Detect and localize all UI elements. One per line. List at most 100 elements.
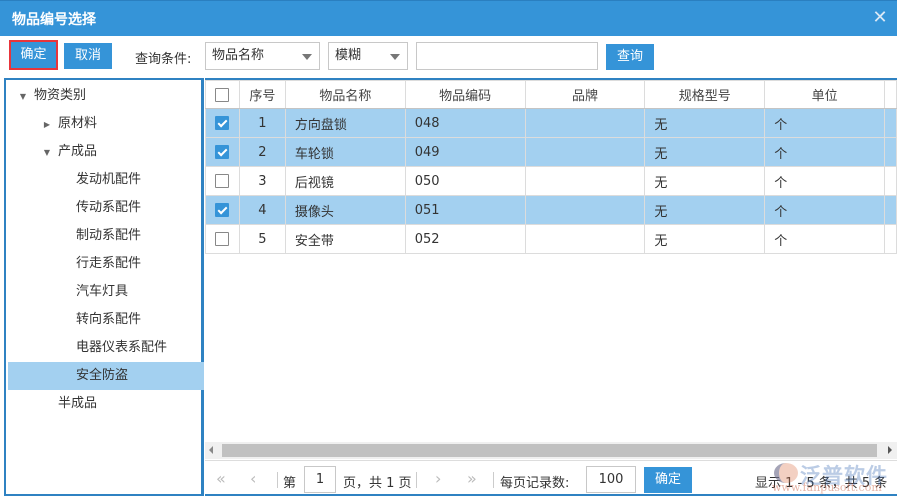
item-table: 序号 物品名称 物品编码 品牌 规格型号 单位 1 方向盘锁 048 无个 2 车轮锁 04… <box>205 80 897 254</box>
cell-spec: 无 <box>644 137 766 167</box>
column-header-extra <box>883 80 897 109</box>
category-tree: ▼ 物资类别 ▶ 原材料 ▼ 产成品发动机配件传动系配件制动系配件行走系配件汽车灯具转向系… <box>4 78 204 496</box>
tree-item[interactable]: 发动机配件 <box>8 166 204 194</box>
cell-unit: 个 <box>764 166 885 196</box>
cell-checkbox[interactable] <box>205 224 240 254</box>
divider <box>277 472 278 488</box>
tree-item[interactable]: 行走系配件 <box>8 250 204 278</box>
page-total-label: 页，共 1 页 <box>343 476 412 491</box>
divider <box>493 472 494 488</box>
table-header-row: 序号 物品名称 物品编码 品牌 规格型号 单位 <box>205 80 897 109</box>
tree-item-label: 制动系配件 <box>76 228 142 243</box>
prev-page-icon[interactable]: ‹ <box>250 469 256 488</box>
match-mode-value: 模糊 <box>335 48 362 63</box>
last-page-icon[interactable]: » <box>467 469 477 488</box>
tree-item-label: 原材料 <box>58 116 98 131</box>
tree-item[interactable]: 转向系配件 <box>8 306 204 334</box>
next-page-icon[interactable]: › <box>435 469 441 488</box>
cell-code: 049 <box>404 137 526 167</box>
caret-down-icon[interactable]: ▼ <box>42 139 52 167</box>
cell-name: 方向盘锁 <box>284 108 406 138</box>
cell-unit: 个 <box>764 137 885 167</box>
scroll-left-icon[interactable] <box>209 446 213 454</box>
cell-extra <box>883 166 897 196</box>
cell-checkbox[interactable] <box>205 108 240 138</box>
tree-item[interactable]: 安全防盗 <box>8 362 204 390</box>
column-header-unit[interactable]: 单位 <box>764 80 885 109</box>
caret-right-icon[interactable]: ▶ <box>42 111 52 139</box>
tree-item[interactable]: 汽车灯具 <box>8 278 204 306</box>
cell-extra <box>883 224 897 254</box>
search-input[interactable] <box>416 42 598 70</box>
scroll-right-icon[interactable] <box>888 446 892 454</box>
tree-item-label: 行走系配件 <box>76 256 142 271</box>
cell-code: 051 <box>404 195 526 225</box>
cell-index: 2 <box>238 137 286 167</box>
field-select-value: 物品名称 <box>212 48 265 63</box>
tree-item-label: 物资类别 <box>34 88 87 103</box>
select-all-header[interactable] <box>205 80 240 109</box>
caret-down-icon[interactable]: ▼ <box>18 83 28 111</box>
cell-brand <box>524 224 646 254</box>
table-row[interactable]: 1 方向盘锁 048 无个 <box>205 108 897 138</box>
toolbar: 确定 取消 查询条件: 物品名称 模糊 查询 <box>0 37 897 77</box>
cell-name: 车轮锁 <box>284 137 406 167</box>
cell-checkbox[interactable] <box>205 195 240 225</box>
record-summary: 显示 1 - 5 条，共 5 条 <box>755 476 888 491</box>
row-checkbox[interactable] <box>215 203 230 217</box>
cell-index: 1 <box>238 108 286 138</box>
tree-item[interactable]: ▼ 物资类别 <box>8 82 204 110</box>
chevron-down-icon <box>390 54 400 60</box>
cell-index: 4 <box>238 195 286 225</box>
tree-item-label: 发动机配件 <box>76 172 142 187</box>
tree-item[interactable]: ▼ 产成品 <box>8 138 204 166</box>
column-header-code[interactable]: 物品编码 <box>404 80 526 109</box>
scrollbar-thumb[interactable] <box>222 444 877 457</box>
match-mode-select[interactable]: 模糊 <box>328 42 408 70</box>
field-select[interactable]: 物品名称 <box>205 42 320 70</box>
table-row[interactable]: 4 摄像头 051 无个 <box>205 195 897 225</box>
row-checkbox[interactable] <box>215 145 230 159</box>
column-header-spec[interactable]: 规格型号 <box>644 80 766 109</box>
query-button[interactable]: 查询 <box>606 44 654 70</box>
tree-item[interactable]: ▶ 原材料 <box>8 110 204 138</box>
cell-extra <box>883 108 897 138</box>
tree-item-label: 传动系配件 <box>76 200 142 215</box>
cell-brand <box>524 137 646 167</box>
select-all-checkbox[interactable] <box>215 87 230 102</box>
horizontal-scrollbar[interactable] <box>205 442 897 459</box>
tree-item[interactable]: 制动系配件 <box>8 222 204 250</box>
cell-checkbox[interactable] <box>205 137 240 167</box>
tree-item[interactable]: 电器仪表系配件 <box>8 334 204 362</box>
tree-item-label: 安全防盗 <box>76 368 129 383</box>
divider <box>416 472 417 488</box>
cell-spec: 无 <box>644 166 766 196</box>
page-number-input[interactable]: 1 <box>304 466 336 493</box>
first-page-icon[interactable]: « <box>216 469 226 488</box>
row-checkbox[interactable] <box>215 174 230 188</box>
cell-unit: 个 <box>764 224 885 254</box>
tree-item[interactable]: 传动系配件 <box>8 194 204 222</box>
table-row[interactable]: 2 车轮锁 049 无个 <box>205 137 897 167</box>
close-icon[interactable]: ✕ <box>871 9 889 27</box>
page-size-input[interactable]: 100 <box>586 466 636 493</box>
tree-item[interactable]: 半成品 <box>8 390 204 418</box>
cell-name: 摄像头 <box>284 195 406 225</box>
table-row[interactable]: 3 后视镜 050 无个 <box>205 166 897 196</box>
row-checkbox[interactable] <box>215 116 230 130</box>
table-row[interactable]: 5 安全带 052 无个 <box>205 224 897 254</box>
confirm-button[interactable]: 确定 <box>9 40 58 70</box>
cell-unit: 个 <box>764 195 885 225</box>
dialog-titlebar: 物品编号选择 ✕ <box>0 0 897 36</box>
page-size-label: 每页记录数: <box>500 476 570 491</box>
tree-item-label: 转向系配件 <box>76 312 142 327</box>
page-size-confirm-button[interactable]: 确定 <box>644 467 692 493</box>
column-header-name[interactable]: 物品名称 <box>284 80 406 109</box>
cell-spec: 无 <box>644 195 766 225</box>
tree-item-label: 汽车灯具 <box>76 284 129 299</box>
row-checkbox[interactable] <box>215 232 230 246</box>
cell-checkbox[interactable] <box>205 166 240 196</box>
column-header-index[interactable]: 序号 <box>238 80 286 109</box>
column-header-brand[interactable]: 品牌 <box>524 80 646 109</box>
cancel-button[interactable]: 取消 <box>64 43 112 69</box>
